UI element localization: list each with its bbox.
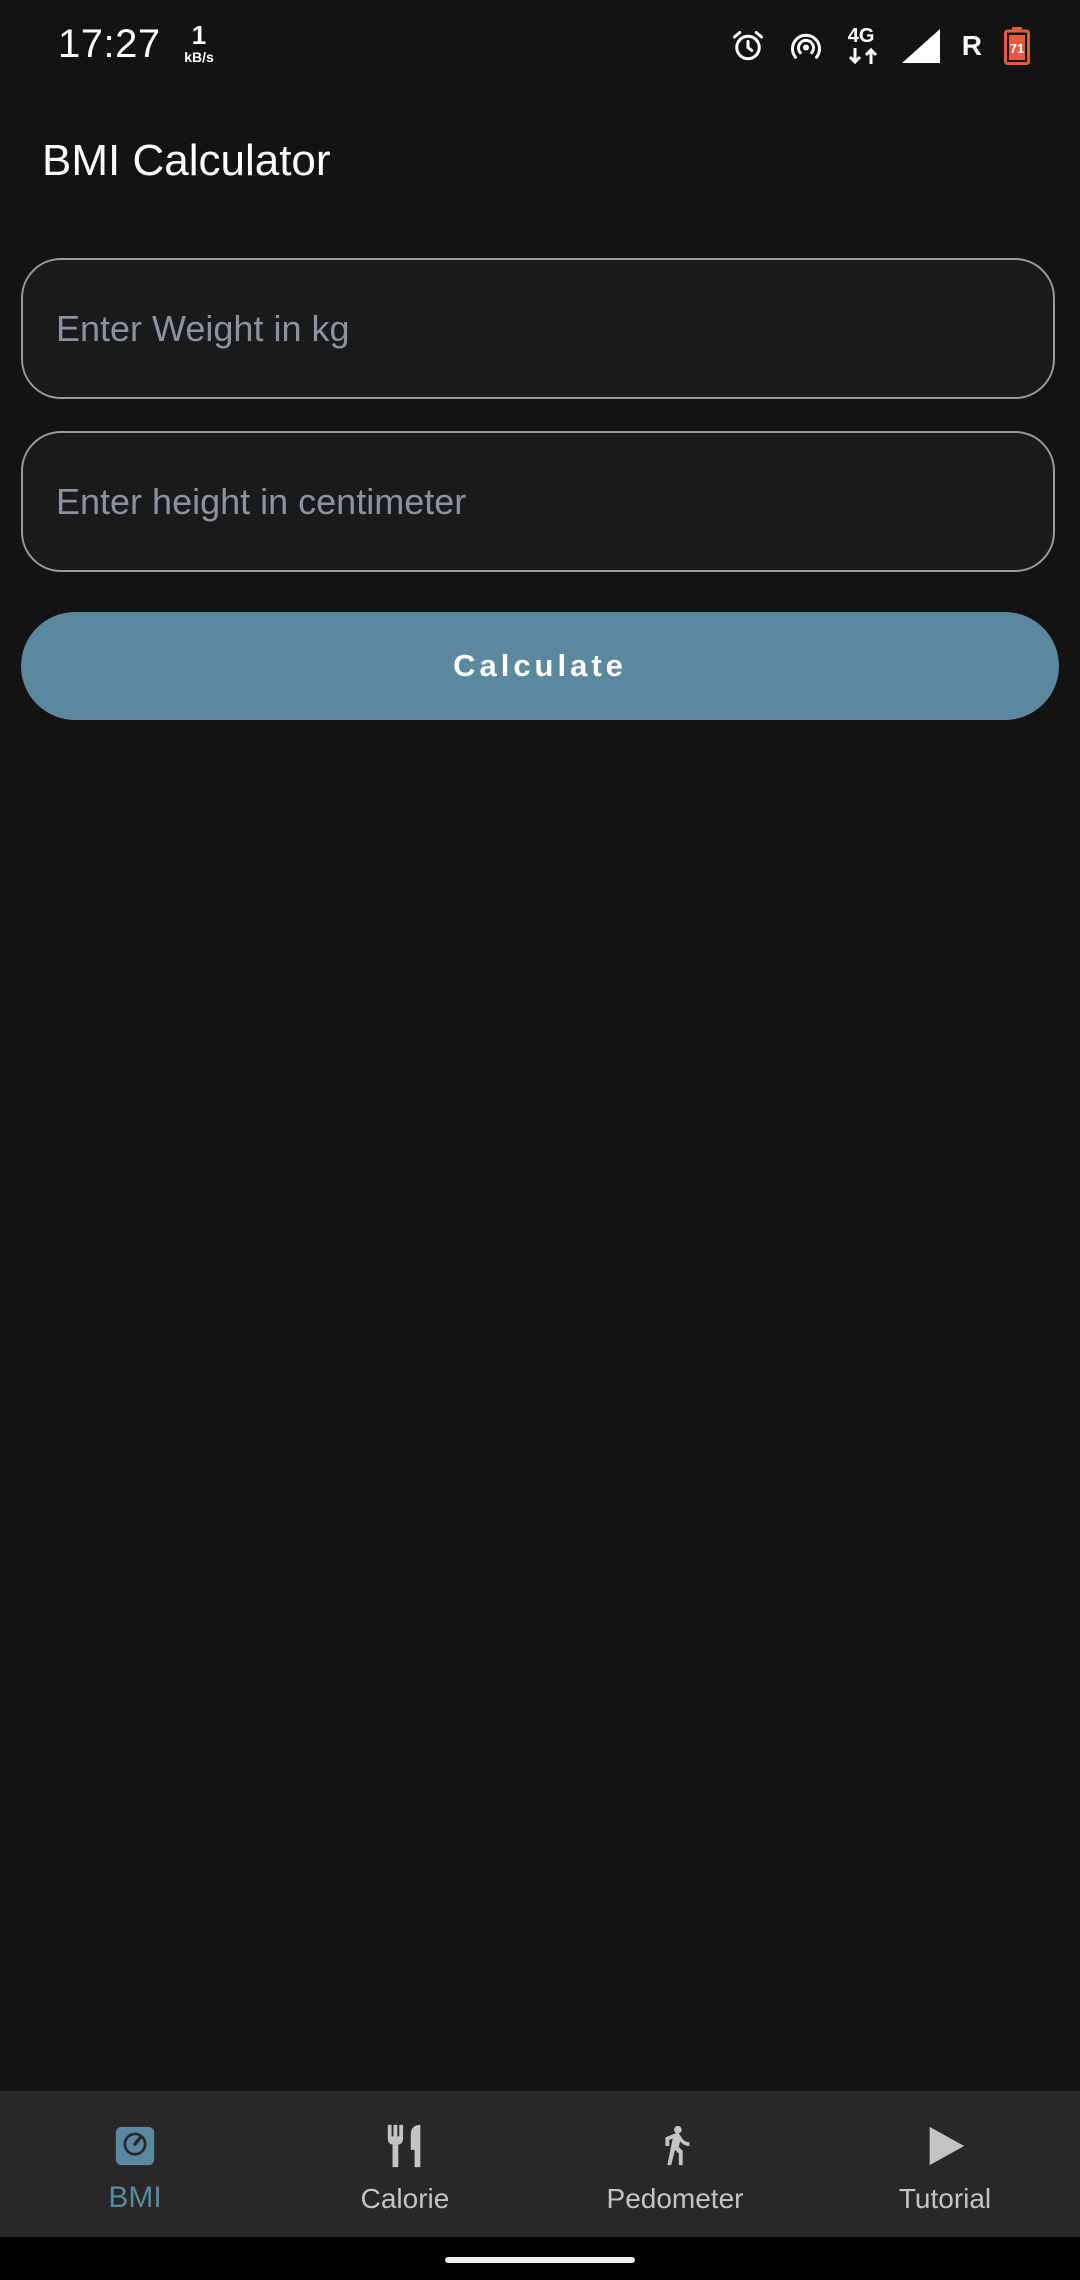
nav-label-tutorial: Tutorial [898,2183,992,2214]
battery-level-text: 71 [1010,41,1024,56]
roaming-indicator: R [961,30,982,61]
bottom-navigation: BMI Calorie Pedometer Tutorial [0,2091,1080,2237]
nav-item-calorie[interactable]: Calorie [270,2091,540,2237]
nav-item-tutorial[interactable]: Tutorial [810,2091,1080,2237]
play-icon [922,2123,968,2169]
nav-label-pedometer: Pedometer [606,2183,744,2214]
battery-icon: 71 [1004,27,1030,65]
home-gesture-handle[interactable] [445,2257,635,2263]
screen: 17:27 1 kB/s 4G R 71 BMI Calculator Ente… [0,0,1080,2280]
walk-icon [652,2123,698,2169]
height-field[interactable] [21,431,1055,572]
status-icons: 4G R 71 [730,24,1030,68]
nav-label-calorie: Calorie [360,2183,450,2214]
weight-input[interactable] [54,306,1018,351]
network-speed: 1 kB/s [178,22,220,64]
network-speed-unit: kB/s [184,49,214,65]
weight-field[interactable] [21,258,1055,399]
signal-icon [901,29,940,63]
nav-label-bmi: BMI [108,2181,162,2214]
hotspot-icon [788,28,824,64]
calculate-button[interactable]: Calculate [21,612,1059,720]
page-title: BMI Calculator [42,136,331,185]
status-bar: 17:27 1 kB/s 4G R 71 [0,0,1080,92]
alarm-icon [730,28,766,64]
nav-item-pedometer[interactable]: Pedometer [540,2091,810,2237]
scale-icon [112,2123,158,2169]
restaurant-icon [382,2123,428,2169]
height-input[interactable] [54,479,1018,524]
network-type-label: 4G [847,25,875,47]
status-time: 17:27 [58,22,161,66]
network-speed-value: 1 [191,20,207,50]
nav-item-bmi[interactable]: BMI [0,2091,270,2237]
mobile-data-icon: 4G [846,26,880,66]
